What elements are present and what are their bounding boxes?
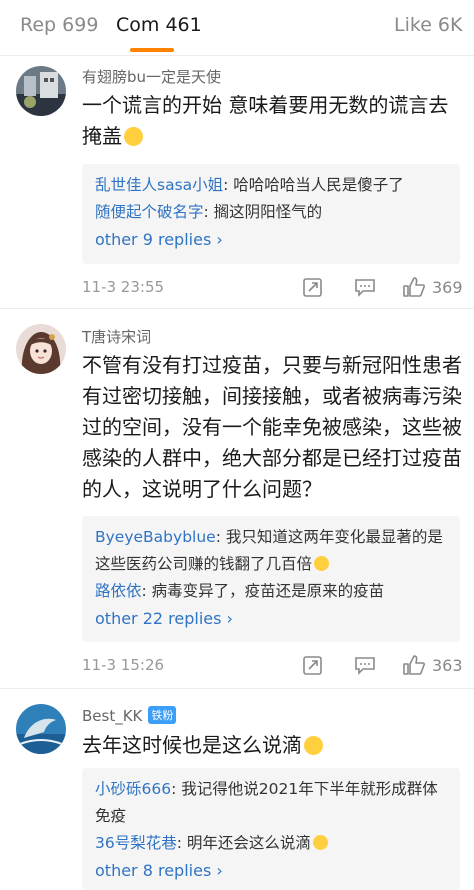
grin-emoji-icon [312, 835, 328, 850]
divider [0, 688, 474, 689]
smile-emoji-icon [124, 127, 143, 146]
comment-username[interactable]: Best_KK 铁粉 [82, 706, 177, 725]
reply-preview-box[interactable]: ByeyeBabyblue: 我只知道这两年变化最显著的是这些医药公司赚的钱翻了… [82, 516, 460, 642]
reply-username[interactable]: 小砂砾666 [95, 780, 171, 798]
tab-likes[interactable]: Like 6K [394, 14, 462, 36]
comment-tab-bar: Rep 699 Com 461 Like 6K [0, 0, 474, 56]
comment-username[interactable]: 有翅膀bu一定是天使 [82, 66, 221, 87]
like-count: 363 [432, 656, 463, 675]
comment-timestamp: 11-3 15:26 [82, 656, 165, 674]
avatar[interactable] [16, 704, 66, 754]
reply-item: 路依依: 病毒变异了，疫苗还是原来的疫苗 [95, 582, 385, 600]
comment-icon[interactable] [354, 276, 376, 302]
like-count: 369 [432, 278, 463, 297]
divider [0, 308, 474, 309]
tab-reposts[interactable]: Rep 699 [20, 14, 98, 36]
reply-username[interactable]: 乱世佳人sasa小姐 [95, 176, 223, 194]
comment-icon[interactable] [354, 654, 376, 680]
reply-item: 乱世佳人sasa小姐: 哈哈哈哈当人民是傻子了 [95, 176, 404, 194]
fan-badge: 铁粉 [148, 706, 177, 724]
comment-text: 一个谎言的开始 意味着要用无数的谎言去掩盖 [82, 93, 449, 148]
reply-item: 36号梨花巷: 明年还会这么说滴 [95, 830, 448, 857]
comment-text: 去年这时候也是这么说滴 [82, 730, 466, 761]
repost-icon[interactable] [302, 276, 324, 302]
comment-timestamp: 11-3 23:55 [82, 278, 165, 296]
thumbs-up-icon[interactable] [402, 276, 426, 302]
avatar[interactable] [16, 324, 66, 374]
reply-username[interactable]: 路依依 [95, 582, 142, 600]
reply-username[interactable]: 随便起个破名字 [95, 203, 204, 221]
reply-username[interactable]: 36号梨花巷 [95, 834, 177, 852]
reply-item: 随便起个破名字: 搁这阴阳怪气的 [95, 203, 323, 221]
tab-comments[interactable]: Com 461 [116, 14, 202, 36]
reply-preview-box[interactable]: 乱世佳人sasa小姐: 哈哈哈哈当人民是傻子了 随便起个破名字: 搁这阴阳怪气的… [82, 164, 460, 264]
thumbs-up-icon[interactable] [402, 654, 426, 680]
comment-text: 不管有没有打过疫苗，只要与新冠阳性患者有过密切接触，间接接触，或者被病毒污染过的… [82, 353, 462, 501]
comment-meta-bar: 11-3 15:26 363 [82, 654, 466, 678]
comment-meta-bar: 11-3 23:55 369 [82, 276, 466, 300]
reply-item: ByeyeBabyblue: 我只知道这两年变化最显著的是这些医药公司赚的钱翻了… [95, 528, 443, 573]
repost-icon[interactable] [302, 654, 324, 680]
reply-item: 小砂砾666: 我记得他说2021年下半年就形成群体免疫 [95, 780, 438, 825]
reply-preview-box[interactable]: 小砂砾666: 我记得他说2021年下半年就形成群体免疫 36号梨花巷: 明年还… [82, 768, 460, 890]
grin-emoji-icon [314, 556, 330, 571]
avatar[interactable] [16, 66, 66, 116]
grin-emoji-icon [304, 736, 323, 755]
more-replies-link[interactable]: other 9 replies › [95, 226, 448, 254]
more-replies-link[interactable]: other 22 replies › [95, 605, 448, 633]
comment-username[interactable]: T唐诗宋词 [82, 326, 151, 347]
more-replies-link[interactable]: other 8 replies › [95, 857, 448, 885]
active-tab-indicator [130, 48, 174, 52]
reply-username[interactable]: ByeyeBabyblue [95, 528, 216, 546]
